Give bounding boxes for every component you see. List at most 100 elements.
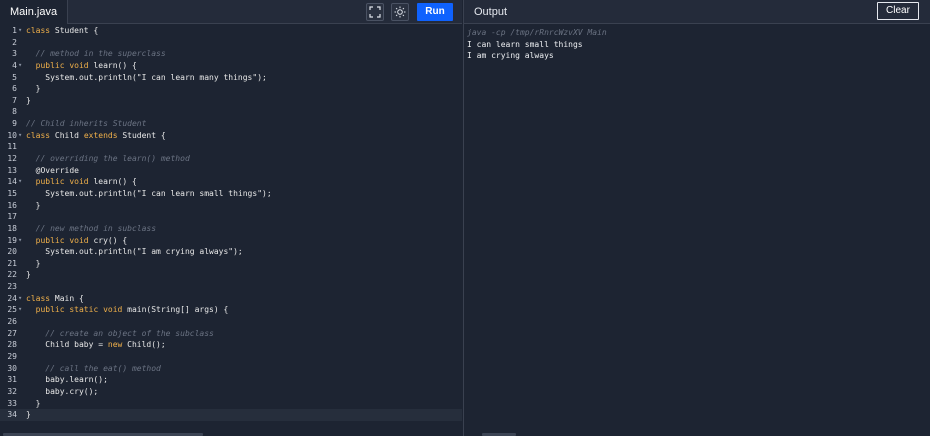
fold-chevron-icon[interactable]: ▾ [18, 235, 24, 247]
editor-toolbar: Main.java Run [0, 0, 462, 24]
code-token: ); [233, 247, 243, 257]
code-text: } [26, 83, 41, 95]
run-command: java -cp /tmp/rRnrcWzvXV Main [467, 28, 607, 37]
code-token: Main { [50, 293, 84, 303]
output-panel: Output Clear java -cp /tmp/rRnrcWzvXV Ma… [463, 0, 930, 436]
code-token: "I am crying always" [136, 247, 234, 257]
code-line[interactable]: 34} [0, 409, 462, 421]
line-number: 30 [7, 363, 17, 373]
code-token: } [26, 95, 31, 105]
code-text: System.out.println("I am crying always")… [26, 246, 243, 258]
code-text: baby.learn(); [26, 374, 108, 386]
console-output: java -cp /tmp/rRnrcWzvXV Main I can lear… [467, 27, 607, 62]
code-line[interactable]: 30 // call the eat() method [0, 363, 462, 375]
line-number: 32 [7, 386, 17, 396]
line-number: 4 [12, 60, 17, 70]
fullscreen-icon[interactable] [366, 3, 384, 21]
code-line[interactable]: 31 baby.learn(); [0, 374, 462, 386]
line-number: 34 [7, 410, 17, 420]
code-line[interactable]: 22} [0, 269, 462, 281]
line-number: 10 [7, 130, 17, 140]
output-line: I can learn small things [467, 39, 583, 49]
code-token: System.out.println( [26, 188, 137, 198]
code-token: // new method in subclass [26, 223, 157, 233]
line-number: 27 [7, 328, 17, 338]
code-line[interactable]: 25 ▾ public static void main(String[] arg… [0, 304, 462, 316]
code-token: Student { [117, 130, 166, 140]
code-text: public void learn() { [26, 176, 137, 188]
code-line[interactable]: 27 // create an object of the subclass [0, 328, 462, 340]
code-line[interactable]: 28 Child baby = new Child(); [0, 339, 462, 351]
code-line[interactable]: 9 // Child inherits Student [0, 118, 462, 130]
run-button[interactable]: Run [417, 3, 453, 21]
code-line[interactable]: 8 [0, 106, 462, 118]
code-text: // method in the superclass [26, 48, 166, 60]
line-number: 22 [7, 270, 17, 280]
line-number: 26 [7, 317, 17, 327]
code-token: "I can learn many things" [136, 72, 258, 82]
code-text: @Override [26, 165, 79, 177]
line-number: 23 [7, 282, 17, 292]
code-text: baby.cry(); [26, 386, 98, 398]
fold-chevron-icon[interactable]: ▾ [18, 60, 24, 72]
code-text: } [26, 409, 31, 421]
code-text: class Child extends Student { [26, 130, 166, 142]
code-line[interactable]: 24 ▾ class Main { [0, 293, 462, 305]
fold-chevron-icon[interactable]: ▾ [18, 176, 24, 188]
code-line[interactable]: 11 [0, 141, 462, 153]
code-line[interactable]: 14 ▾ public void learn() { [0, 176, 462, 188]
code-line[interactable]: 2 [0, 37, 462, 49]
code-line[interactable]: 4 ▾ public void learn() { [0, 60, 462, 72]
line-number: 14 [7, 177, 17, 187]
fold-chevron-icon[interactable]: ▾ [18, 293, 24, 305]
code-line[interactable]: 16 } [0, 200, 462, 212]
code-text: // new method in subclass [26, 223, 156, 235]
code-line[interactable]: 13 @Override [0, 165, 462, 177]
code-token: class [26, 26, 51, 35]
code-line[interactable]: 23 [0, 281, 462, 293]
line-number: 28 [7, 340, 17, 350]
fold-chevron-icon[interactable]: ▾ [18, 130, 24, 142]
code-line[interactable]: 29 [0, 351, 462, 363]
line-number: 3 [12, 49, 17, 59]
code-token: new [107, 340, 123, 350]
code-line[interactable]: 20 System.out.println("I am crying alway… [0, 246, 462, 258]
code-line[interactable]: 18 // new method in subclass [0, 223, 462, 235]
clear-button[interactable]: Clear [877, 2, 919, 20]
code-line[interactable]: 5 System.out.println("I can learn many t… [0, 72, 462, 84]
code-line[interactable]: 1 ▾ class Student { [0, 25, 462, 37]
code-token: // Child inherits Student [26, 119, 147, 129]
code-token: public void [35, 235, 89, 245]
tab-main-java[interactable]: Main.java [0, 0, 69, 24]
code-line[interactable]: 10 ▾ class Child extends Student { [0, 130, 462, 142]
fold-chevron-icon[interactable]: ▾ [18, 304, 24, 316]
code-line[interactable]: 32 baby.cry(); [0, 386, 462, 398]
expand-icon [369, 6, 381, 18]
code-line[interactable]: 3 // method in the superclass [0, 48, 462, 60]
line-number: 20 [7, 247, 17, 257]
code-line[interactable]: 21 } [0, 258, 462, 270]
code-text: } [26, 200, 41, 212]
code-text: } [26, 269, 31, 281]
code-token: baby.learn(); [26, 375, 108, 385]
code-text: class Student { [26, 25, 98, 37]
code-line[interactable]: 6 } [0, 83, 462, 95]
code-token: Child baby = [26, 340, 108, 350]
code-line[interactable]: 15 System.out.println("I can learn small… [0, 188, 462, 200]
code-line[interactable]: 7} [0, 95, 462, 107]
line-number: 18 [7, 223, 17, 233]
sun-icon[interactable] [391, 3, 409, 21]
fold-chevron-icon[interactable]: ▾ [18, 25, 24, 37]
code-text: class Main { [26, 293, 84, 305]
code-line[interactable]: 26 [0, 316, 462, 328]
code-line[interactable]: 19 ▾ public void cry() { [0, 235, 462, 247]
code-line[interactable]: 17 [0, 211, 462, 223]
code-text: // overriding the learn() method [26, 153, 190, 165]
output-line: I am crying always [467, 51, 554, 61]
code-text: public void learn() { [26, 60, 137, 72]
line-number: 16 [7, 200, 17, 210]
code-line[interactable]: 33 } [0, 398, 462, 410]
code-line[interactable]: 12 // overriding the learn() method [0, 153, 462, 165]
code-area[interactable]: 1 ▾ class Student {2 3 // method in the sup… [0, 25, 462, 421]
